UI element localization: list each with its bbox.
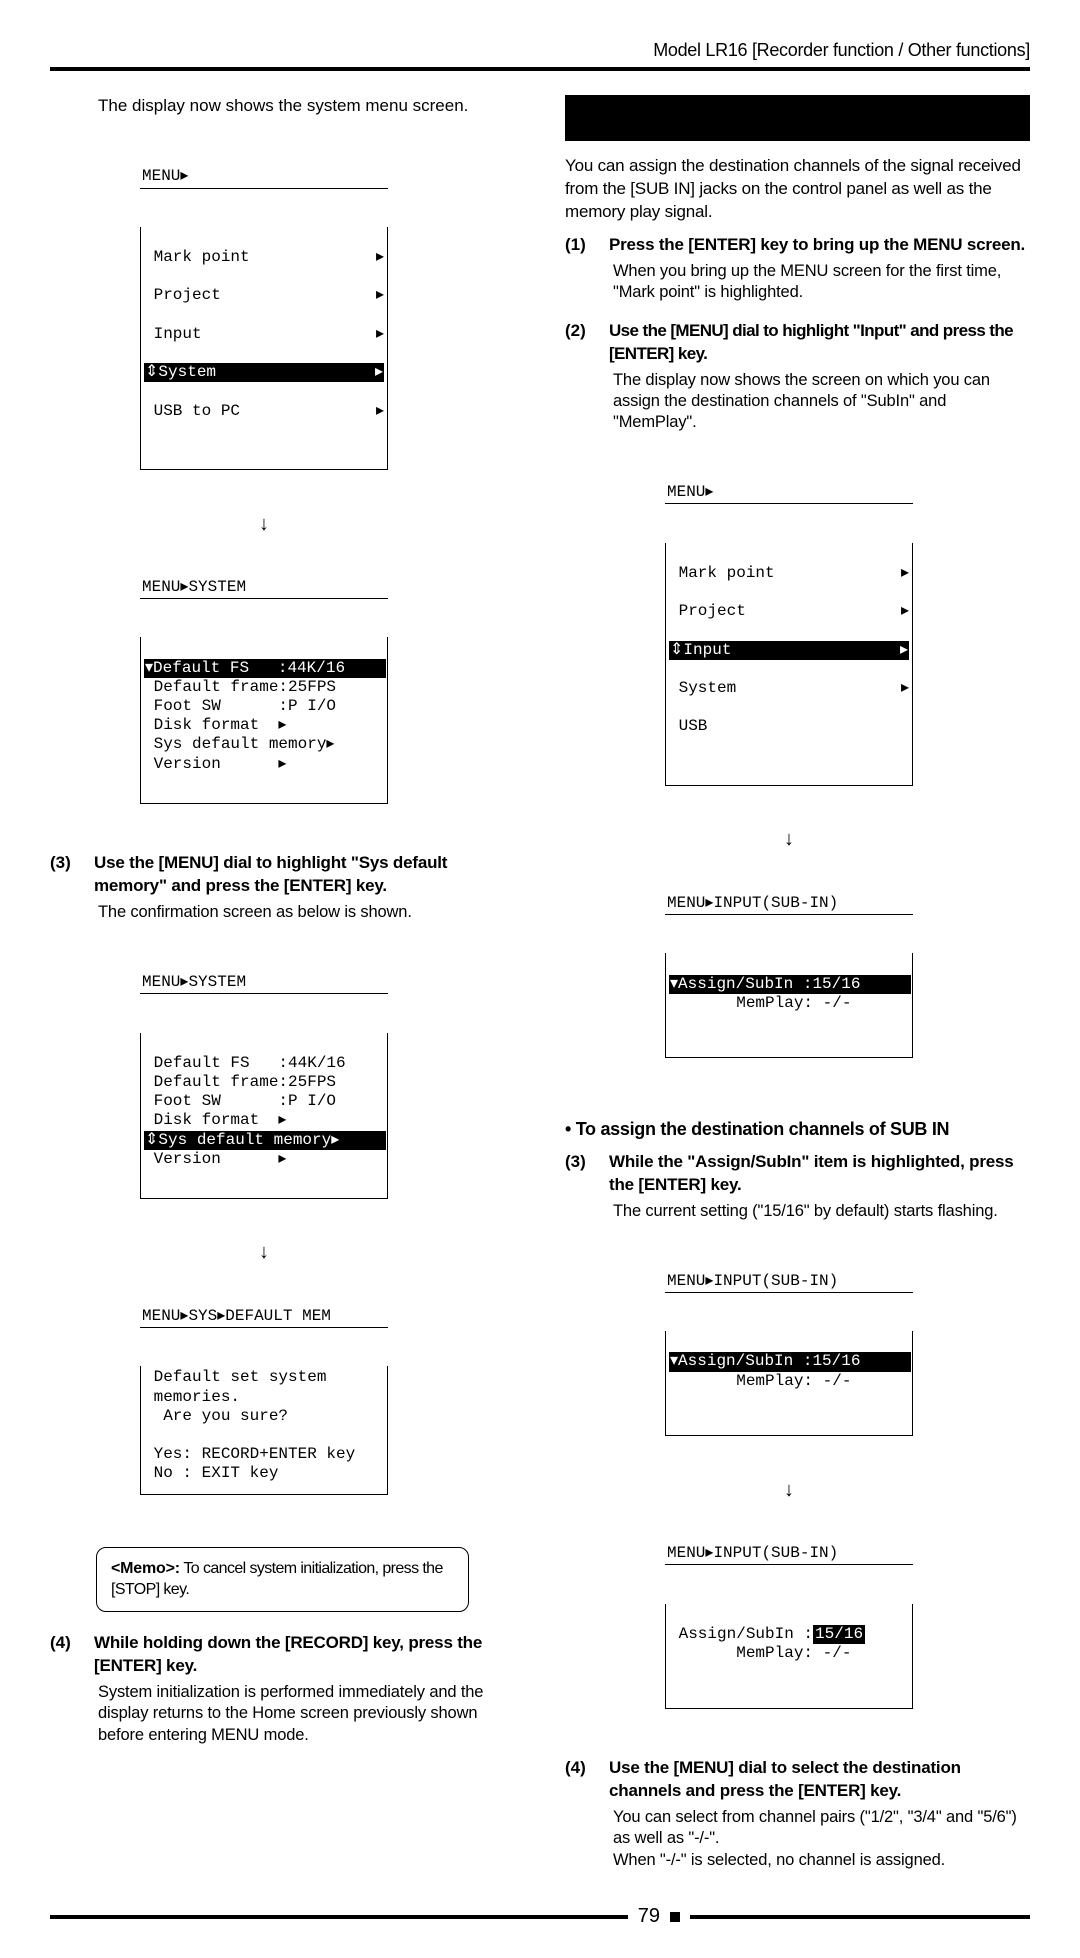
left-column: The display now shows the system menu sc… [50, 95, 515, 1871]
page-number: 79 [638, 1905, 660, 1928]
lcd-input-subin-1: MENU▸INPUT(SUB-IN) ▾Assign/SubIn :15/16 … [665, 854, 913, 1096]
flashing-value: 15/16 [813, 1625, 865, 1644]
arrow-down-icon: ↓ [665, 830, 913, 848]
lcd-title: MENU▸ [665, 482, 913, 504]
step-heading: While holding down the [RECORD] key, pre… [94, 1632, 515, 1678]
step-body: You can select from channel pairs ("1/2"… [613, 1807, 1030, 1871]
step-number: (1) [565, 234, 609, 257]
step-heading: Use the [MENU] dial to highlight "Sys de… [94, 852, 515, 898]
step-number: (2) [565, 320, 609, 366]
step-3: (3) Use the [MENU] dial to highlight "Sy… [50, 852, 515, 898]
lcd-body: Default set system memories. Are you sur… [140, 1366, 388, 1494]
lcd-menu-main: MENU▸ Mark point▸ Project▸ Input▸ ⇕Syste… [140, 128, 388, 509]
arrow-down-icon: ↓ [665, 1481, 913, 1499]
step-3-r: (3) While the "Assign/SubIn" item is hig… [565, 1151, 1030, 1197]
lcd-title: MENU▸SYS▸DEFAULT MEM [140, 1306, 388, 1328]
page-header: Model LR16 [Recorder function / Other fu… [50, 40, 1030, 67]
step-number: (3) [50, 852, 94, 898]
step-2: (2) Use the [MENU] dial to highlight "In… [565, 320, 1030, 366]
page-footer: 79 [50, 1905, 1030, 1928]
step-body: When you bring up the MENU screen for th… [613, 261, 1030, 304]
section-banner [565, 95, 1030, 141]
step-body: The confirmation screen as below is show… [98, 902, 515, 923]
arrow-down-icon: ↓ [140, 515, 388, 533]
lcd-default-mem: MENU▸SYS▸DEFAULT MEM Default set system … [140, 1267, 388, 1532]
footer-rule [690, 1915, 1030, 1919]
right-intro: You can assign the destination channels … [565, 155, 1030, 224]
subheading-subin: • To assign the destination channels of … [565, 1117, 1030, 1141]
step-number: (4) [50, 1632, 94, 1678]
step-heading: Use the [MENU] dial to highlight "Input"… [609, 320, 1030, 366]
step-body: The current setting ("15/16" by default)… [613, 1201, 1030, 1222]
step-1: (1) Press the [ENTER] key to bring up th… [565, 234, 1030, 257]
left-intro: The display now shows the system menu sc… [98, 95, 515, 118]
step-heading: Press the [ENTER] key to bring up the ME… [609, 234, 1025, 257]
step-number: (4) [565, 1757, 609, 1803]
header-rule [50, 67, 1030, 71]
lcd-input-subin-3: MENU▸INPUT(SUB-IN) Assign/SubIn :15/16 M… [665, 1505, 913, 1747]
right-column: You can assign the destination channels … [565, 95, 1030, 1871]
step-4-r: (4) Use the [MENU] dial to select the de… [565, 1757, 1030, 1803]
footer-rule [50, 1915, 628, 1919]
lcd-input-subin-2: MENU▸INPUT(SUB-IN) ▾Assign/SubIn :15/16 … [665, 1232, 913, 1474]
lcd-menu-system: MENU▸SYSTEM ▾Default FS :44K/16 Default … [140, 539, 388, 843]
lcd-title: MENU▸INPUT(SUB-IN) [665, 1543, 913, 1565]
memo-note: <Memo>: To cancel system initialization,… [96, 1547, 469, 1612]
step-body: System initialization is performed immed… [98, 1682, 515, 1746]
step-number: (3) [565, 1151, 609, 1197]
lcd-title: MENU▸INPUT(SUB-IN) [665, 893, 913, 915]
lcd-title: MENU▸ [140, 166, 388, 188]
step-body: The display now shows the screen on whic… [613, 370, 1030, 434]
lcd-title: MENU▸SYSTEM [140, 972, 388, 994]
memo-label: <Memo>: [111, 1560, 180, 1577]
footer-square-icon [670, 1912, 680, 1922]
step-4: (4) While holding down the [RECORD] key,… [50, 1632, 515, 1678]
step-heading: While the "Assign/SubIn" item is highlig… [609, 1151, 1030, 1197]
arrow-down-icon: ↓ [140, 1243, 388, 1261]
lcd-title: MENU▸SYSTEM [140, 577, 388, 599]
lcd-menu-input-select: MENU▸ Mark point▸ Project▸ ⇕Input▸ Syste… [665, 444, 913, 825]
lcd-menu-system-2: MENU▸SYSTEM Default FS :44K/16 Default f… [140, 934, 388, 1238]
lcd-title: MENU▸INPUT(SUB-IN) [665, 1271, 913, 1293]
step-heading: Use the [MENU] dial to select the destin… [609, 1757, 1030, 1803]
